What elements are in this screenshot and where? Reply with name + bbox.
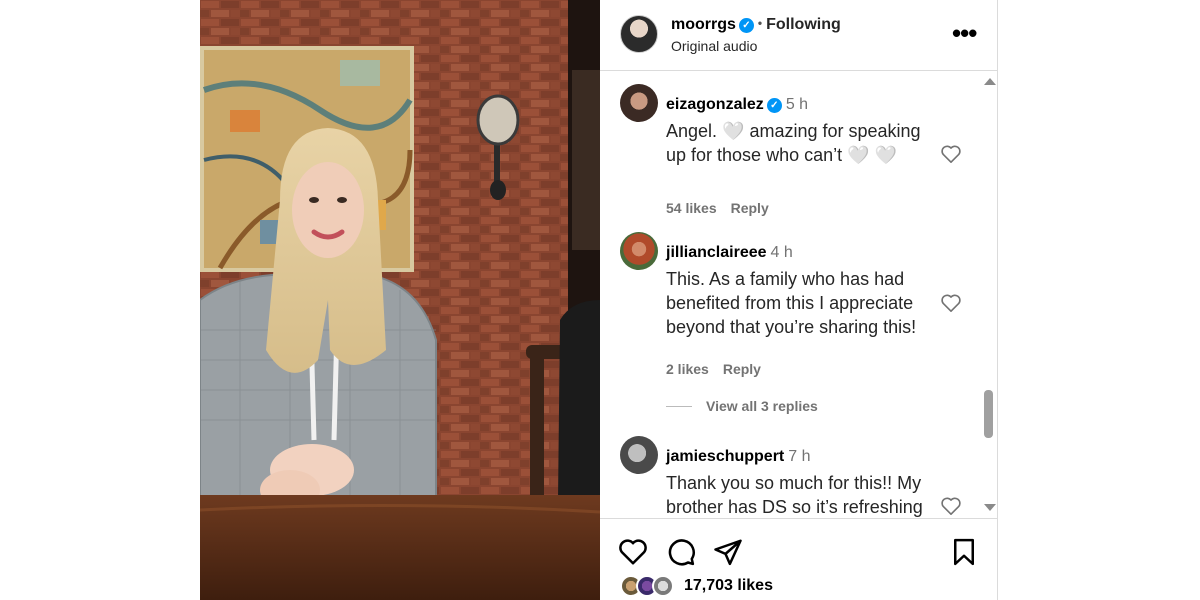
comment-icon[interactable] — [666, 537, 696, 567]
view-replies-button[interactable]: View all 3 replies — [666, 398, 818, 414]
scroll-down-arrow-icon[interactable] — [984, 504, 996, 511]
reel-video[interactable] — [200, 0, 600, 600]
commenter-username[interactable]: jillianclaireee — [666, 244, 767, 261]
comment-item: eizagonzalez ✓ 5 h Angel. 🤍 amazing for sp… — [600, 84, 980, 224]
following-button[interactable]: Following — [766, 16, 841, 33]
audio-link[interactable]: Original audio — [671, 38, 757, 54]
comment-header: jamieschuppert 7 h — [666, 448, 811, 466]
likes-count[interactable]: 17,703 likes — [684, 577, 773, 595]
separator-dot: • — [757, 16, 763, 30]
reply-button[interactable]: Reply — [723, 361, 761, 377]
view-replies-label: View all 3 replies — [706, 398, 818, 414]
commenter-username[interactable]: eizagonzalez — [666, 96, 764, 113]
comment-meta: 2 likes Reply — [666, 361, 775, 377]
comments-scrollbar[interactable] — [981, 72, 997, 518]
instagram-post-view: moorrgs ✓ • Following Original audio ••• ei… — [0, 0, 1200, 600]
commenter-username[interactable]: jamieschuppert — [666, 448, 784, 465]
comment-meta: 54 likes Reply — [666, 200, 783, 216]
more-horizontal-icon[interactable]: ••• — [952, 20, 977, 46]
comment-item: jamieschuppert 7 h Thank you so much for … — [600, 436, 980, 518]
author-avatar[interactable] — [620, 15, 658, 53]
comment-header: jillianclaireee 4 h — [666, 244, 793, 262]
verified-badge-icon: ✓ — [738, 18, 754, 33]
author-username[interactable]: moorrgs — [671, 16, 736, 33]
heart-icon[interactable] — [618, 537, 648, 567]
heart-icon[interactable] — [940, 144, 962, 164]
comment-header: eizagonzalez ✓ 5 h — [666, 96, 808, 114]
commenter-avatar[interactable] — [620, 436, 658, 474]
commenter-avatar[interactable] — [620, 84, 658, 122]
comment-likes[interactable]: 54 likes — [666, 200, 717, 216]
scroll-up-arrow-icon[interactable] — [984, 78, 996, 85]
post-side-panel: moorrgs ✓ • Following Original audio ••• ei… — [600, 0, 998, 600]
comment-item: jillianclaireee 4 h This. As a family who… — [600, 232, 980, 422]
liker-avatar — [652, 575, 674, 597]
verified-badge-icon: ✓ — [766, 98, 782, 113]
comment-text: Angel. 🤍 amazing for speaking up for tho… — [666, 121, 921, 165]
video-frame — [200, 0, 600, 600]
save-icon[interactable] — [949, 537, 979, 567]
table — [200, 495, 600, 600]
replies-divider — [666, 406, 692, 407]
reply-button[interactable]: Reply — [731, 200, 769, 216]
post-header: moorrgs ✓ • Following Original audio ••• — [600, 0, 998, 71]
comment-time: 7 h — [788, 448, 811, 465]
comment-text: This. As a family who has had benefited … — [666, 269, 917, 337]
heart-icon[interactable] — [940, 496, 962, 516]
scrollbar-thumb[interactable] — [984, 390, 993, 438]
author-line: moorrgs ✓ • Following — [671, 16, 841, 34]
post-actions: 17,703 likes — [600, 518, 998, 600]
comment-text: Thank you so much for this!! My brother … — [666, 473, 923, 517]
comment-time: 4 h — [770, 244, 793, 261]
comment-likes[interactable]: 2 likes — [666, 361, 709, 377]
commenter-avatar[interactable] — [620, 232, 658, 270]
share-icon[interactable] — [713, 537, 743, 567]
comment-time: 5 h — [785, 96, 809, 113]
heart-icon[interactable] — [940, 293, 962, 313]
comments-list[interactable]: eizagonzalez ✓ 5 h Angel. 🤍 amazing for sp… — [600, 72, 998, 518]
